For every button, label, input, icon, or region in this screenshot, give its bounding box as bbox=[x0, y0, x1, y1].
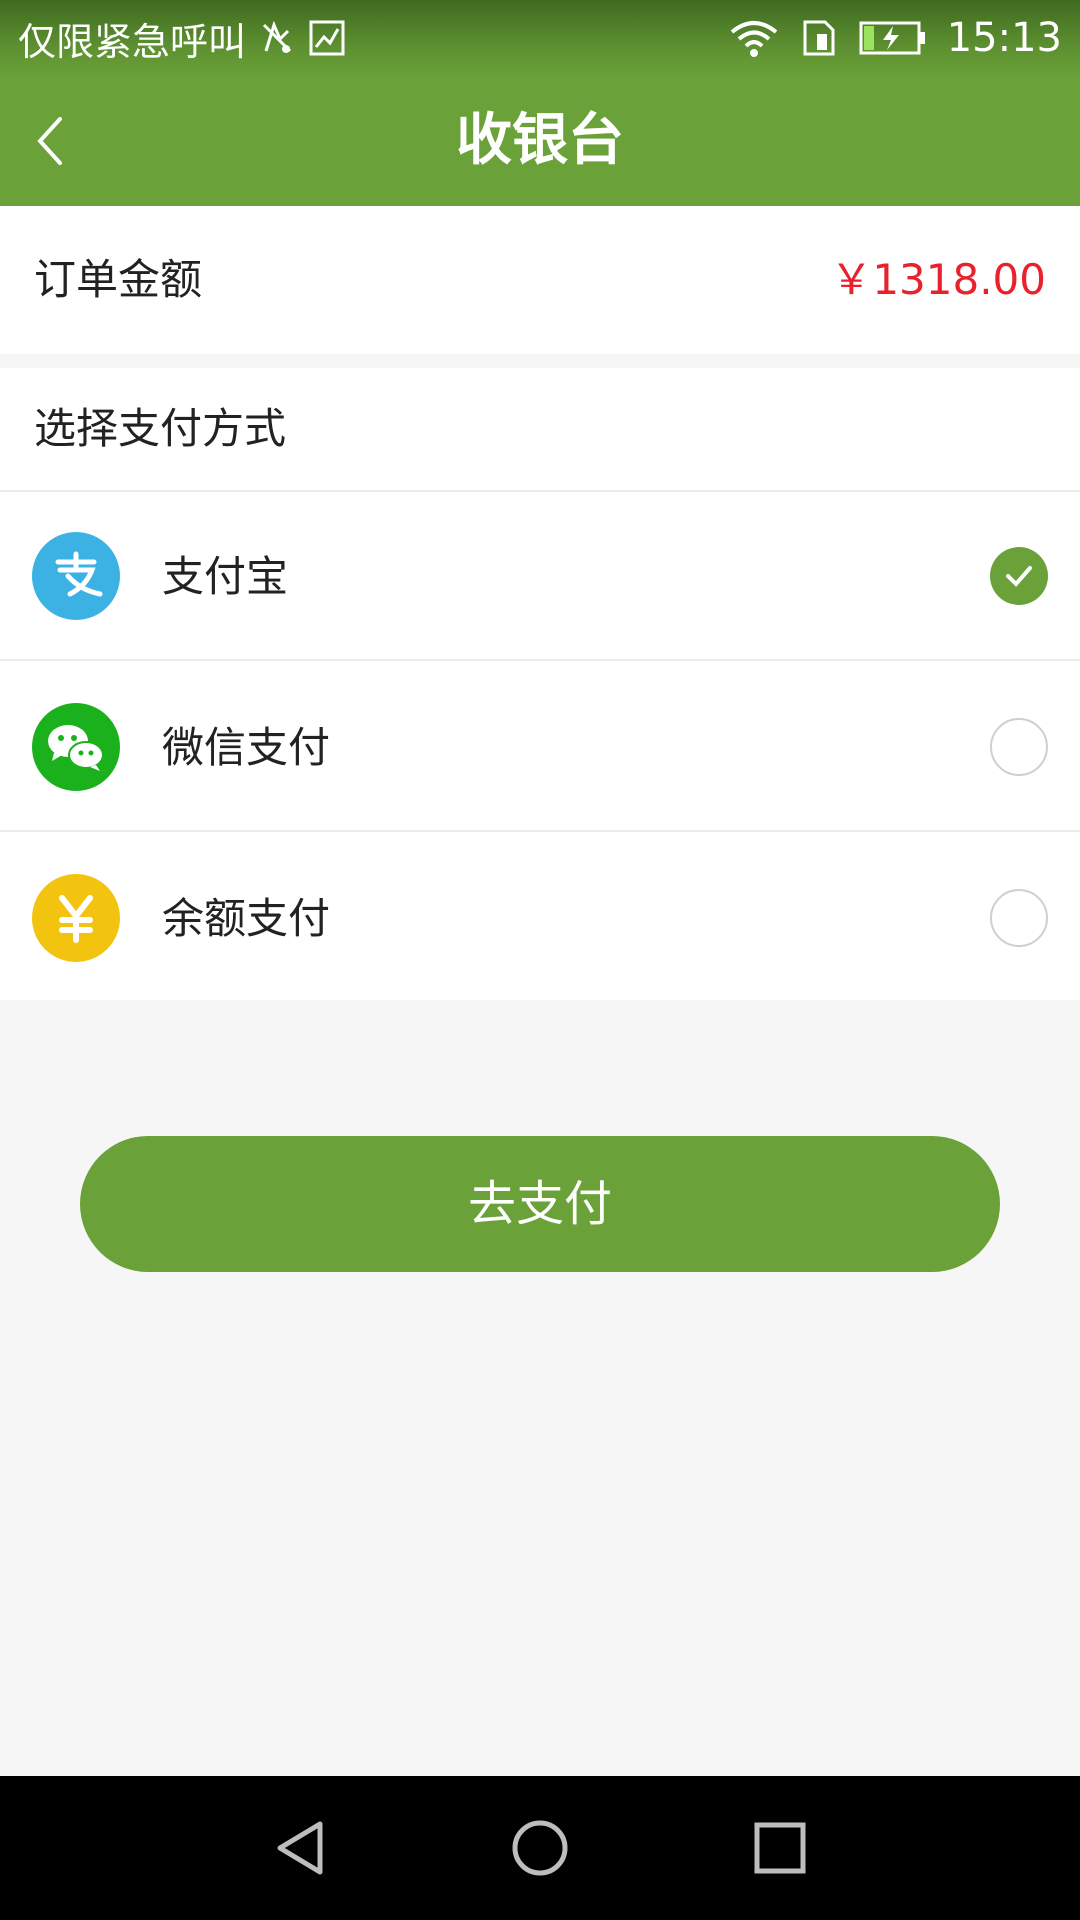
balance-yen-icon bbox=[32, 874, 120, 962]
payment-option-label: 支付宝 bbox=[162, 552, 289, 601]
back-triangle-icon bbox=[277, 1821, 323, 1875]
radio-checked[interactable] bbox=[990, 547, 1048, 605]
home-circle-icon bbox=[512, 1820, 568, 1876]
wechat-icon bbox=[32, 703, 120, 791]
payment-option-wechat[interactable]: 微信支付 bbox=[0, 663, 1080, 832]
cashier-screen: 仅限紧急呼叫 15:13 收银台 订单金额 ￥1318.00 选择支付方式 支付… bbox=[0, 0, 1080, 1920]
payment-method-header: 选择支付方式 bbox=[0, 368, 1080, 492]
nav-home-button[interactable] bbox=[490, 1798, 590, 1898]
checkmark-icon bbox=[1006, 566, 1032, 587]
status-left: 仅限紧急呼叫 bbox=[18, 12, 346, 64]
alipay-icon bbox=[32, 532, 120, 620]
radio-unchecked[interactable] bbox=[990, 889, 1048, 947]
wifi-icon bbox=[729, 18, 779, 58]
payment-option-alipay[interactable]: 支付宝 bbox=[0, 492, 1080, 661]
image-icon bbox=[308, 19, 346, 57]
system-nav-bar bbox=[0, 1776, 1080, 1920]
sim-card-icon bbox=[799, 18, 839, 58]
order-amount-label: 订单金额 bbox=[34, 255, 203, 304]
nav-back-button[interactable] bbox=[250, 1798, 350, 1898]
status-right: 15:13 bbox=[729, 12, 1062, 64]
payment-option-label: 余额支付 bbox=[162, 894, 331, 943]
carrier-text: 仅限紧急呼叫 bbox=[18, 19, 247, 64]
pay-button[interactable]: 去支付 bbox=[80, 1136, 1000, 1272]
radio-unchecked[interactable] bbox=[990, 718, 1048, 776]
no-sim-icon bbox=[260, 21, 294, 55]
payment-method-label: 选择支付方式 bbox=[34, 404, 287, 453]
payment-option-balance[interactable]: 余额支付 bbox=[0, 834, 1080, 1003]
nav-recents-button[interactable] bbox=[730, 1798, 830, 1898]
recents-square-icon bbox=[754, 1822, 806, 1874]
payment-method-section: 选择支付方式 支付宝 微信支付 余额支付 bbox=[0, 368, 1080, 1000]
order-amount-value: ￥1318.00 bbox=[830, 255, 1046, 304]
status-bar: 仅限紧急呼叫 15:13 bbox=[0, 0, 1080, 76]
page-title: 收银台 bbox=[456, 108, 624, 173]
app-bar: 收银台 bbox=[0, 76, 1080, 206]
clock-time: 15:13 bbox=[946, 15, 1062, 61]
payment-option-label: 微信支付 bbox=[162, 723, 331, 772]
battery-charging-icon bbox=[859, 20, 927, 56]
order-amount-row: 订单金额 ￥1318.00 bbox=[0, 206, 1080, 354]
